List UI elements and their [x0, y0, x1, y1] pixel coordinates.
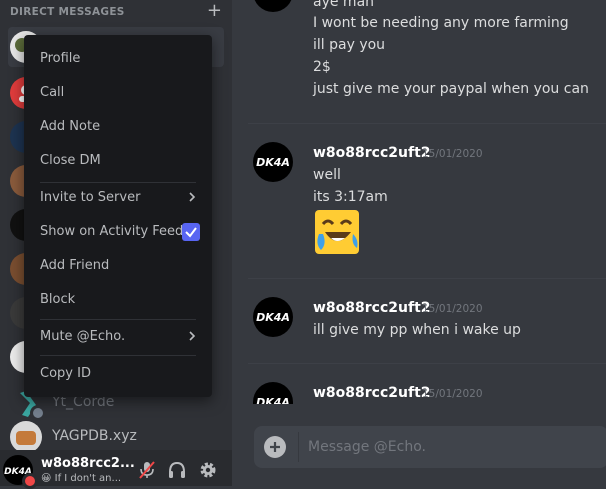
message-text: I wont be needing any more farming [313, 15, 569, 31]
user-custom-status: 😀 If I don't an... [41, 473, 121, 484]
message-divider [248, 123, 606, 124]
message-text: its 3:17am [313, 189, 388, 205]
menu-item-close-dm[interactable]: Close DM [32, 146, 204, 176]
message-timestamp: 15/01/2020 [422, 148, 483, 160]
laughing-tears-emoji-icon [315, 210, 359, 254]
svg-text:DK4A: DK4A [256, 396, 290, 404]
message-text: 2$ [313, 59, 331, 75]
dm-name: YAGPDB.xyz [52, 428, 137, 444]
dm-header: DIRECT MESSAGES + [10, 2, 222, 21]
menu-item-label: Invite to Server [40, 190, 141, 205]
status-dnd-icon [22, 473, 38, 489]
emoji-icon: 😀 [41, 473, 52, 484]
svg-text:DK4A: DK4A [256, 311, 290, 324]
avatar-image: DK4A [256, 156, 290, 169]
dm-header-label: DIRECT MESSAGES [10, 6, 125, 18]
plus-icon[interactable]: + [207, 2, 222, 20]
menu-item-invite-to-server[interactable]: Invite to Server [32, 183, 204, 213]
menu-item-label: Block [40, 292, 76, 307]
menu-item-copy-id[interactable]: Copy ID [32, 359, 204, 389]
message-input[interactable] [308, 437, 558, 457]
message-text: just give me your paypal when you can [313, 81, 589, 97]
menu-item-label: Close DM [40, 153, 101, 168]
user-context-menu: Profile Call Add Note Close DM Invite to… [24, 35, 212, 397]
message-timestamp: 15/01/2020 [422, 303, 483, 315]
chat-area: aye man I wont be needing any more farmi… [232, 0, 606, 486]
message-text: aye man [313, 0, 375, 10]
menu-item-block[interactable]: Block [32, 285, 204, 315]
menu-item-label: Add Friend [40, 258, 110, 273]
author-name[interactable]: w8o88rcc2uft2 [313, 385, 431, 401]
headphones-icon[interactable] [167, 460, 187, 480]
gear-icon[interactable] [198, 460, 218, 480]
menu-separator [40, 319, 196, 320]
message-timestamp: 15/01/2020 [422, 388, 483, 400]
menu-item-show-on-activity-feed[interactable]: Show on Activity Feed [32, 217, 204, 247]
avatar-image: DK4A [256, 396, 290, 404]
menu-separator [40, 355, 196, 356]
composer-divider [298, 432, 299, 462]
svg-text:DK4A: DK4A [256, 156, 290, 169]
user-status-text: If I don't an... [54, 473, 122, 484]
author-avatar[interactable] [253, 0, 293, 12]
message-divider [248, 278, 606, 279]
menu-item-mute[interactable]: Mute @Echo. [32, 322, 204, 352]
menu-item-label: Call [40, 85, 65, 100]
menu-item-call[interactable]: Call [32, 78, 204, 108]
author-avatar[interactable]: DK4A [253, 142, 293, 182]
chevron-right-icon [189, 192, 196, 202]
author-name[interactable]: w8o88rcc2uft2 [313, 145, 431, 161]
author-name[interactable]: w8o88rcc2uft2 [313, 300, 431, 316]
avatar-image [16, 431, 36, 445]
menu-item-label: Profile [40, 51, 81, 66]
mute-mic-icon[interactable] [137, 460, 157, 480]
message-text: ill pay you [313, 37, 386, 53]
menu-item-add-friend[interactable]: Add Friend [32, 251, 204, 281]
menu-item-label: Mute @Echo. [40, 329, 126, 344]
message-text: well [313, 167, 341, 183]
message-composer [254, 426, 606, 468]
user-name: w8o88rcc2... [41, 456, 135, 471]
avatar-image: DK4A [256, 311, 290, 324]
avatar [10, 421, 42, 453]
menu-item-add-note[interactable]: Add Note [32, 112, 204, 142]
message-text: ill give my pp when i wake up [313, 322, 521, 338]
attach-plus-icon[interactable] [264, 436, 286, 458]
author-avatar[interactable]: DK4A [253, 297, 293, 337]
chevron-right-icon [189, 331, 196, 341]
menu-item-label: Add Note [40, 119, 101, 134]
menu-item-profile[interactable]: Profile [32, 44, 204, 74]
menu-item-label: Copy ID [40, 366, 91, 381]
menu-item-label: Show on Activity Feed [40, 224, 184, 239]
message-divider [248, 363, 606, 364]
author-avatar[interactable]: DK4A [253, 382, 293, 404]
checkbox-checked-icon[interactable] [182, 223, 200, 241]
